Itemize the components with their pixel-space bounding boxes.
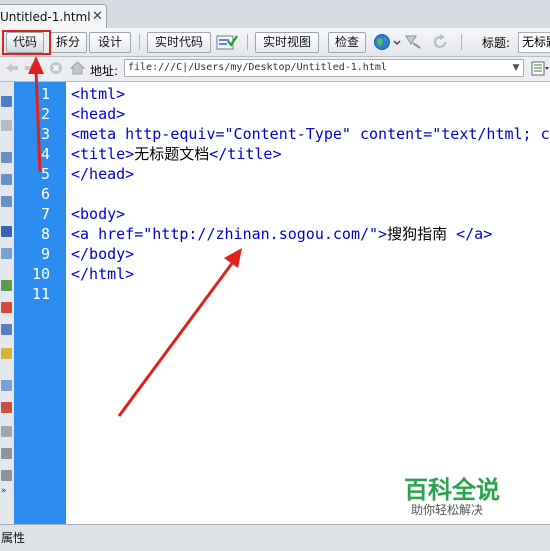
annotation-arrow-up bbox=[28, 56, 44, 173]
annotation-arrows bbox=[28, 56, 242, 417]
annotation-arrow-diagonal bbox=[117, 248, 242, 417]
